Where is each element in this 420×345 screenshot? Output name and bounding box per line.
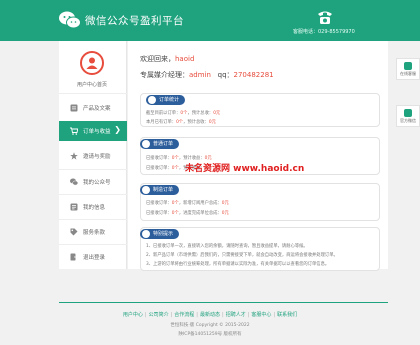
service-phone: 客服电话：029-85579970: [293, 29, 355, 35]
sidebar-item-accounts[interactable]: 我的公众号: [59, 172, 127, 192]
sidebar-item-orders[interactable]: 订单与收益 ❯: [59, 121, 127, 141]
icp-text: 陕ICP备14051259号 版权所有: [178, 332, 242, 337]
username: haoid: [175, 55, 195, 63]
custom-orders-tag: 制造订单: [140, 185, 180, 195]
sidebar-item-profile[interactable]: 我的信息: [59, 197, 127, 217]
footer-link-process[interactable]: 合作流程: [174, 312, 194, 318]
sidebar-item-label: 我的公众号: [83, 180, 111, 186]
notice-tag: 特别提示: [140, 229, 180, 239]
manager-info: 专属媒介经理：admin qq：270482281: [140, 70, 274, 80]
qq-number: 270482281: [233, 71, 274, 79]
normal-orders-tag: 普通订单: [140, 139, 180, 149]
sidebar-item-label: 我的信息: [83, 205, 106, 211]
sidebar-item-label: 服务条款: [83, 230, 106, 236]
document-icon: [70, 104, 78, 112]
sidebar-item-logout[interactable]: 退出登录: [59, 247, 127, 267]
footer-link-service[interactable]: 客服中心: [251, 312, 271, 318]
welcome-prefix: 欢迎回来，: [140, 55, 175, 63]
nav-divider: [59, 169, 127, 170]
sidebar-item-terms[interactable]: 服务条款: [59, 222, 127, 242]
sidebar-item-label: 邀请与奖励: [83, 154, 111, 160]
sidebar-item-label: 订单与收益: [83, 129, 111, 135]
stat-line: 截至目前以订单：0个，预计总收：0元: [146, 111, 221, 116]
nav-divider: [59, 219, 127, 220]
warning-icon: [142, 230, 150, 238]
chat-icon: [404, 62, 412, 70]
nav-divider: [59, 244, 127, 245]
stat-line: 已接收订单：0个，进度完成单位总成：0元: [146, 211, 229, 216]
nav-divider: [59, 93, 127, 94]
wechat-icon: [70, 178, 78, 186]
order-stats-tag: 订单统计: [146, 95, 186, 105]
stat-line: 本月已有订单：0个，预计总收：0元: [146, 120, 216, 125]
footer-divider: [59, 302, 388, 303]
qrcode-icon: [404, 109, 412, 117]
telephone-icon: [318, 11, 332, 24]
manager-prefix: 专属媒介经理：: [140, 71, 189, 79]
sidebar-item-products[interactable]: 产品及文案: [59, 98, 127, 118]
id-card-icon: [70, 203, 78, 211]
online-service-tab[interactable]: 在线客服: [396, 58, 420, 80]
footer-link-news[interactable]: 最新动态: [200, 312, 220, 318]
stat-line: 已接收订单：0个，新增订阅用户总成：0元: [146, 201, 229, 206]
user-home-link[interactable]: 用户中心首页: [63, 81, 121, 88]
sidebar-item-invite[interactable]: 邀请与奖励: [59, 146, 127, 166]
footer-link-contact[interactable]: 联系我们: [277, 312, 297, 318]
notice-line: 3、上游的订单将由行业统筹处理，所有单据请以实际为准，有关单据可以以查看您的订单…: [146, 262, 330, 267]
official-wechat-tab[interactable]: 官方微信: [396, 105, 420, 127]
tag-icon: [70, 228, 78, 236]
logout-icon: [70, 253, 78, 261]
star-icon: [70, 152, 78, 160]
manager-name: admin: [189, 71, 211, 79]
footer-links: 用户中心 | 公司简介 | 合作流程 | 最新动态 | 招聘人才 | 客服中心 | 联系我们: [122, 312, 298, 318]
top-header: 微信公众号盈利平台 客服电话：029-85579970: [0, 0, 420, 41]
tag-dot-icon: [142, 186, 150, 194]
tag-dot-icon: [148, 96, 156, 104]
copyright-text: 世恒科技·版 Copyright © 2015-2022: [170, 323, 250, 328]
footer-link-user-center[interactable]: 用户中心: [123, 312, 143, 318]
watermark-text: 未名资源网 www.haoid.cn: [185, 164, 305, 174]
site-title: 微信公众号盈利平台: [85, 15, 184, 27]
footer-link-jobs[interactable]: 招聘人才: [226, 312, 246, 318]
tag-dot-icon: [142, 140, 150, 148]
wechat-logo-icon: [59, 11, 81, 29]
welcome-text: 欢迎回来，haoid: [140, 54, 194, 64]
cart-icon: [70, 127, 78, 135]
qq-prefix: qq：: [217, 71, 234, 79]
nav-divider: [59, 194, 127, 195]
user-avatar[interactable]: [80, 51, 104, 75]
user-icon: [86, 57, 98, 69]
notice-line: 1、已接收订单一次，直接转入您的余额，请随时查询，暂且收益提单，请耐心等候。: [146, 244, 308, 249]
sidebar-item-label: 产品及文案: [83, 106, 111, 112]
chevron-right-icon: ❯: [114, 125, 121, 134]
footer-link-about[interactable]: 公司简介: [149, 312, 169, 318]
sidebar-item-label: 退出登录: [83, 255, 106, 261]
notice-line: 2、新产品订单（市场供需）后我们的，只需要接受下单，就会自动改变，商运将会接收并…: [146, 253, 338, 258]
